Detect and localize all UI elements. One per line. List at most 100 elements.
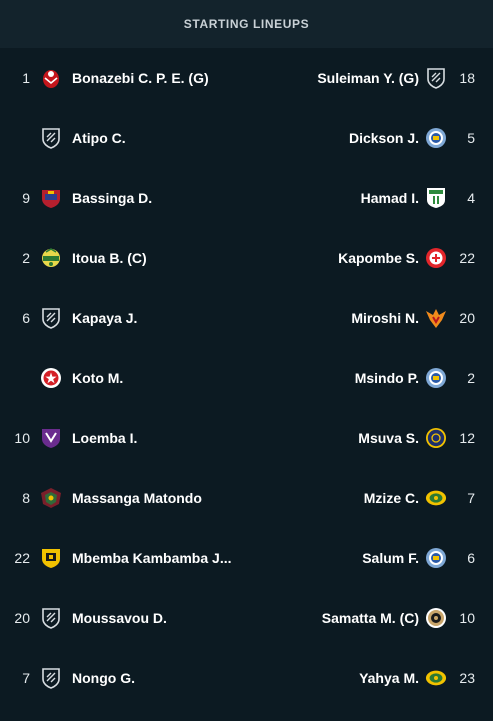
green-white-crest [425, 187, 447, 209]
player-name[interactable]: Massanga Matondo [72, 490, 202, 506]
player-number: 23 [459, 670, 475, 686]
orange-eagle-crest [425, 307, 447, 329]
player-name[interactable]: Bassinga D. [72, 190, 152, 206]
lineup-row: 1 Bonazebi C. P. E. (G) Suleiman Y. (G) 18 [0, 48, 493, 108]
player-name[interactable]: Kapombe S. [338, 250, 419, 266]
generic-shield-icon [40, 307, 62, 329]
player-number: 20 [459, 310, 475, 326]
home-player[interactable]: 8 Massanga Matondo [10, 487, 202, 509]
player-name[interactable]: Mzize C. [364, 490, 419, 506]
away-player[interactable]: Samatta M. (C) 10 [322, 607, 475, 629]
yellow-green-crest [425, 667, 447, 689]
player-number: 6 [22, 310, 30, 326]
home-player[interactable]: 20 Moussavou D. [10, 607, 167, 629]
player-number: 6 [467, 550, 475, 566]
lineup-row: 8 Massanga Matondo Mzize C. 7 [0, 468, 493, 528]
home-player[interactable]: 22 Mbemba Kambamba J... [10, 547, 232, 569]
player-name[interactable]: Loemba I. [72, 430, 137, 446]
player-number: 5 [467, 130, 475, 146]
player-name[interactable]: Hamad I. [361, 190, 419, 206]
player-number: 2 [467, 370, 475, 386]
player-name[interactable]: Miroshi N. [351, 310, 419, 326]
away-player[interactable]: Mzize C. 7 [364, 487, 475, 509]
away-player[interactable]: Dickson J. 5 [349, 127, 475, 149]
away-player[interactable]: Msindo P. 2 [355, 367, 475, 389]
home-player[interactable]: 1 Bonazebi C. P. E. (G) [10, 67, 209, 89]
player-name[interactable]: Moussavou D. [72, 610, 167, 626]
lineup-row: 9 Bassinga D. Hamad I. 4 [0, 168, 493, 228]
player-name[interactable]: Nongo G. [72, 670, 135, 686]
player-number: 10 [459, 610, 475, 626]
lineup-row: 7 Nongo G. Yahya M. 23 [0, 648, 493, 708]
header-title: STARTING LINEUPS [183, 17, 310, 31]
player-number: 22 [14, 550, 30, 566]
tan-round-crest [425, 607, 447, 629]
player-number: 2 [22, 250, 30, 266]
generic-shield-icon [40, 127, 62, 149]
player-number: 1 [22, 70, 30, 86]
away-player[interactable]: Yahya M. 23 [359, 667, 475, 689]
home-player[interactable]: 7 Nongo G. [10, 667, 135, 689]
player-number: 18 [459, 70, 475, 86]
red-white-round-crest [425, 247, 447, 269]
player-name[interactable]: Itoua B. (C) [72, 250, 147, 266]
purple-shield-crest [40, 427, 62, 449]
player-number: 9 [22, 190, 30, 206]
maroon-green-crest [40, 487, 62, 509]
away-player[interactable]: Salum F. 6 [362, 547, 475, 569]
player-number: 10 [14, 430, 30, 446]
player-name[interactable]: Mbemba Kambamba J... [72, 550, 232, 566]
player-number: 22 [459, 250, 475, 266]
lineups-list: 1 Bonazebi C. P. E. (G) Suleiman Y. (G) 18 A… [0, 48, 493, 708]
lineup-row: Koto M. Msindo P. 2 [0, 348, 493, 408]
player-number: 20 [14, 610, 30, 626]
red-blue-shield-crest [40, 187, 62, 209]
player-name[interactable]: Kapaya J. [72, 310, 137, 326]
player-name[interactable]: Suleiman Y. (G) [317, 70, 419, 86]
player-name[interactable]: Msindo P. [355, 370, 419, 386]
player-name[interactable]: Atipo C. [72, 130, 126, 146]
player-number: 7 [22, 670, 30, 686]
player-name[interactable]: Dickson J. [349, 130, 419, 146]
player-name[interactable]: Yahya M. [359, 670, 419, 686]
lineup-row: 20 Moussavou D. Samatta M. (C) 10 [0, 588, 493, 648]
green-yellow-crest [40, 247, 62, 269]
lineups-header: STARTING LINEUPS [0, 0, 493, 48]
generic-shield-icon [425, 67, 447, 89]
away-player[interactable]: Msuva S. 12 [358, 427, 475, 449]
home-player[interactable]: 6 Kapaya J. [10, 307, 137, 329]
away-player[interactable]: Miroshi N. 20 [351, 307, 475, 329]
player-name[interactable]: Samatta M. (C) [322, 610, 419, 626]
lineup-row: Atipo C. Dickson J. 5 [0, 108, 493, 168]
blue-round-crest [425, 127, 447, 149]
player-number: 12 [459, 430, 475, 446]
home-player[interactable]: 2 Itoua B. (C) [10, 247, 147, 269]
player-name[interactable]: Salum F. [362, 550, 419, 566]
home-player[interactable]: Koto M. [10, 367, 123, 389]
red-star-round-crest [40, 367, 62, 389]
yellow-green-crest [425, 487, 447, 509]
player-number: 4 [467, 190, 475, 206]
blue-round-crest [425, 547, 447, 569]
navy-round-crest [425, 427, 447, 449]
generic-shield-icon [40, 667, 62, 689]
lineup-row: 22 Mbemba Kambamba J... Salum F. 6 [0, 528, 493, 588]
player-name[interactable]: Bonazebi C. P. E. (G) [72, 70, 209, 86]
away-player[interactable]: Hamad I. 4 [361, 187, 475, 209]
home-player[interactable]: Atipo C. [10, 127, 126, 149]
player-number: 8 [22, 490, 30, 506]
yellow-black-crest [40, 547, 62, 569]
blue-round-crest [425, 367, 447, 389]
lineup-row: 2 Itoua B. (C) Kapombe S. 22 [0, 228, 493, 288]
lineup-row: 6 Kapaya J. Miroshi N. 20 [0, 288, 493, 348]
away-player[interactable]: Kapombe S. 22 [338, 247, 475, 269]
away-player[interactable]: Suleiman Y. (G) 18 [317, 67, 475, 89]
lineups-panel: STARTING LINEUPS 1 Bonazebi C. P. E. (G) S… [0, 0, 493, 721]
home-player[interactable]: 10 Loemba I. [10, 427, 137, 449]
player-name[interactable]: Koto M. [72, 370, 123, 386]
red-eagle-crest [40, 67, 62, 89]
generic-shield-icon [40, 607, 62, 629]
home-player[interactable]: 9 Bassinga D. [10, 187, 152, 209]
lineup-row: 10 Loemba I. Msuva S. 12 [0, 408, 493, 468]
player-name[interactable]: Msuva S. [358, 430, 419, 446]
